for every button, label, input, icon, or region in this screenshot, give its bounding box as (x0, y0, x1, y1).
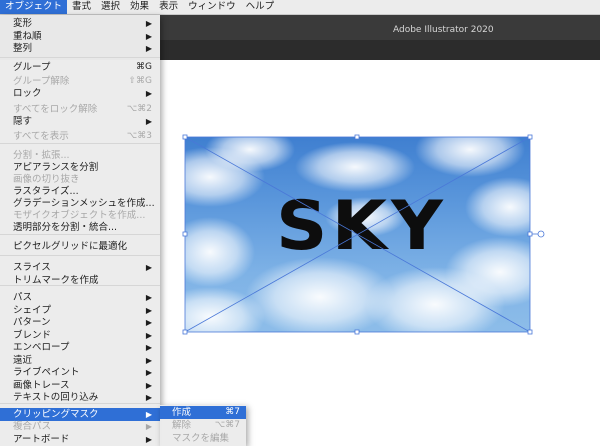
menu-separator (0, 234, 160, 235)
menu-item-label: ライブペイント (13, 367, 80, 378)
submenu-arrow-icon: ▶ (145, 117, 152, 126)
menu-item-label: トリムマークを作成 (13, 275, 99, 286)
menu-item-label: 複合パス (13, 421, 52, 432)
submenu-arrow-icon: ▶ (145, 393, 152, 402)
menu-item[interactable]: アートボード ▶ (0, 433, 160, 446)
menu-separator (0, 57, 160, 58)
sky-text[interactable]: SKY (276, 192, 455, 262)
submenu-arrow-icon: ▶ (145, 422, 152, 431)
menu-window[interactable]: ウィンドウ (183, 0, 241, 14)
submenu-item-shortcut: ⌘7 (225, 407, 240, 417)
menu-item[interactable]: 透明部分を分割・統合... (0, 221, 160, 234)
submenu-arrow-icon: ▶ (145, 318, 152, 327)
menu-item-label: テキストの回り込み (13, 392, 99, 403)
menu-item-label: グループ (13, 62, 51, 73)
menu-type[interactable]: 書式 (67, 0, 96, 14)
menu-item[interactable]: すべてを表示 ⌥⌘3 (0, 130, 160, 143)
menu-item[interactable]: ロック ▶ (0, 87, 160, 100)
menu-select[interactable]: 選択 (96, 0, 125, 14)
submenu-arrow-icon: ▶ (145, 293, 152, 302)
menu-separator (0, 143, 160, 144)
menu-item[interactable]: ライブペイント ▶ (0, 366, 160, 379)
clipping-mask-submenu: 作成 ⌘7 解除 ⌥⌘7 マスクを編集 (160, 405, 246, 446)
menu-help[interactable]: ヘルプ (241, 0, 280, 14)
submenu-arrow-icon: ▶ (145, 343, 152, 352)
menu-item-label: 透明部分を分割・統合... (13, 222, 118, 233)
submenu-item-label: マスクを編集 (172, 433, 230, 444)
submenu-arrow-icon: ▶ (145, 435, 152, 444)
menu-item[interactable]: 複合パス ▶ (0, 420, 160, 433)
menu-item-label: パターン (13, 317, 51, 328)
menu-item-label: 変形 (13, 18, 33, 29)
menu-item[interactable]: テキストの回り込み ▶ (0, 391, 160, 404)
app-title: Adobe Illustrator 2020 (393, 25, 494, 35)
menu-item-label: アートボード (13, 434, 70, 445)
submenu-arrow-icon: ▶ (145, 368, 152, 377)
menu-view[interactable]: 表示 (154, 0, 183, 14)
menu-item[interactable]: トリムマークを作成 (0, 274, 160, 287)
menu-item-label: 整列 (13, 43, 33, 54)
menu-item[interactable]: エンベロープ ▶ (0, 341, 160, 354)
menu-bar: オブジェクト 書式 選択 効果 表示 ウィンドウ ヘルプ (0, 0, 600, 15)
menu-item-label: すべてを表示 (13, 131, 69, 142)
submenu-item-label: 作成 (172, 407, 192, 418)
menu-item-label: パス (13, 292, 33, 303)
menu-item[interactable]: ピクセルグリッドに最適化 (0, 240, 160, 253)
menu-item[interactable]: グループ ⌘G (0, 61, 160, 74)
submenu-item[interactable]: 作成 ⌘7 (160, 406, 246, 419)
menu-item[interactable]: パス ▶ (0, 291, 160, 304)
submenu-arrow-icon: ▶ (145, 263, 152, 272)
submenu-arrow-icon: ▶ (145, 44, 152, 53)
menu-separator (0, 255, 160, 256)
submenu-item-label: 解除 (172, 420, 192, 431)
menu-item-label: ロック (13, 88, 42, 99)
submenu-arrow-icon: ▶ (145, 19, 152, 28)
menu-item-label: エンベロープ (13, 342, 70, 353)
menu-item[interactable]: スライス ▶ (0, 261, 160, 274)
menu-effect[interactable]: 効果 (125, 0, 154, 14)
menu-item[interactable]: 整列 ▶ (0, 42, 160, 55)
submenu-item-shortcut: ⌥⌘7 (214, 420, 240, 430)
object-menu: 変形 ▶ 重ね順 ▶ 整列 ▶ グループ ⌘G グループ解除 ⇧⌘G ロック ▶ すべてをロック解除 ⌥⌘… (0, 15, 160, 446)
menu-item-label: ピクセルグリッドに最適化 (13, 241, 128, 252)
menu-item-label: スライス (13, 262, 51, 273)
menu-item-shortcut: ⌥⌘3 (126, 131, 152, 141)
submenu-item[interactable]: マスクを編集 (160, 432, 246, 445)
submenu-item[interactable]: 解除 ⌥⌘7 (160, 419, 246, 432)
menu-item[interactable]: 隠す ▶ (0, 115, 160, 128)
menu-item[interactable]: パターン ▶ (0, 316, 160, 329)
menu-item[interactable]: 変形 ▶ (0, 17, 160, 30)
menu-item-label: 隠す (13, 116, 33, 127)
menu-object[interactable]: オブジェクト (0, 0, 68, 14)
submenu-arrow-icon: ▶ (145, 89, 152, 98)
menu-item-shortcut: ⌘G (136, 62, 152, 72)
